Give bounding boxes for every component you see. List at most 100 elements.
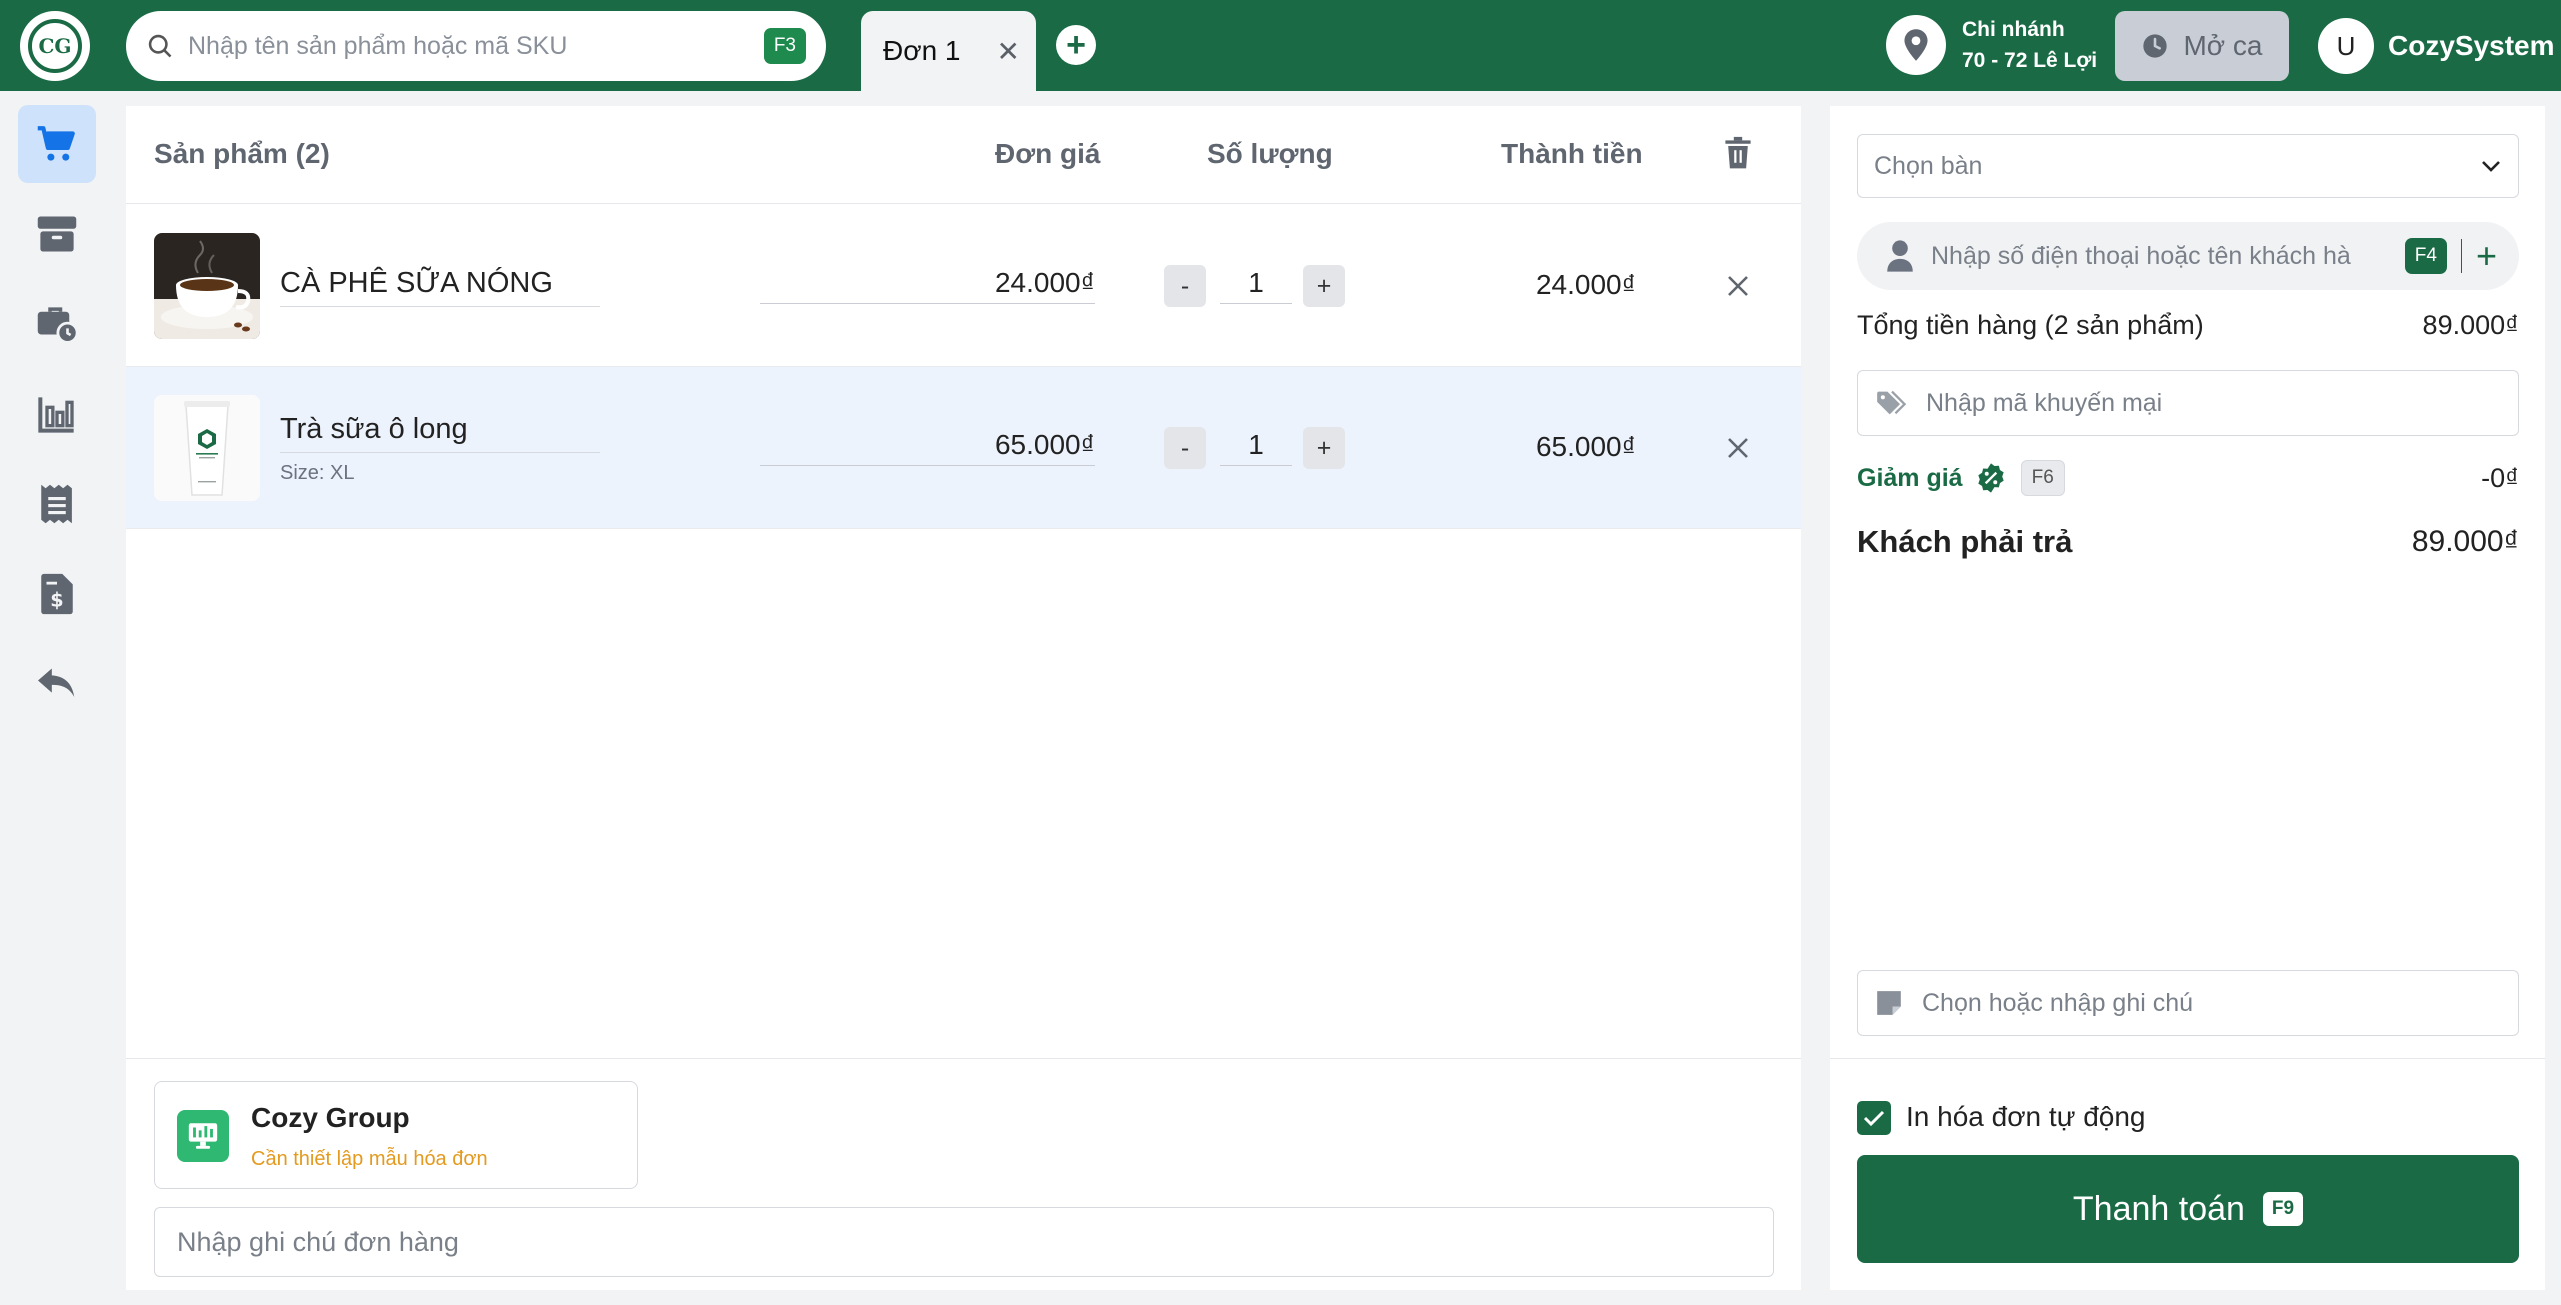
col-product: Sản phẩm (2): [154, 138, 330, 169]
check-icon: [1863, 1110, 1885, 1127]
table-row[interactable]: CÀ PHÊ SỮA NÓNG 24.000₫ - 1 + 24.000₫: [126, 205, 1801, 367]
invoice-template-icon: [177, 1110, 229, 1162]
user-menu[interactable]: U CozySystem: [2318, 18, 2555, 74]
add-customer-icon[interactable]: +: [2476, 238, 2497, 274]
unit-price-input[interactable]: 65.000₫: [760, 429, 1095, 466]
checkout-note-placeholder: Chọn hoặc nhập ghi chú: [1922, 988, 2194, 1017]
discount-row: Giảm giá F6 -0₫: [1857, 460, 2519, 496]
store-name: Cozy Group: [251, 1102, 410, 1133]
subtotal-value: 89.000₫: [2422, 310, 2519, 340]
branch-title: Chi nhánh: [1962, 18, 2065, 41]
product-name[interactable]: CÀ PHÊ SỮA NÓNG: [280, 267, 600, 307]
checkout-shortcut-badge: F9: [2262, 1192, 2304, 1226]
nav-item-products[interactable]: [18, 195, 96, 273]
nav-item-returns[interactable]: [18, 645, 96, 723]
divider: [2460, 239, 2462, 273]
search-input[interactable]: Nhập tên sản phẩm hoặc mã SKU: [188, 32, 764, 61]
product-image-coffee: [154, 233, 260, 339]
cart-icon: [37, 126, 75, 161]
tab-order-1[interactable]: Đơn 1 ✕: [861, 11, 1036, 91]
search-shortcut-badge: F3: [763, 28, 806, 64]
line-total: 65.000₫: [1535, 431, 1636, 462]
store-template-warning[interactable]: Cần thiết lập mẫu hóa đơn: [251, 1148, 488, 1171]
amount-due-value: 89.000₫: [2411, 525, 2519, 558]
unit-price-input[interactable]: 24.000₫: [760, 267, 1095, 304]
discount-badge-icon[interactable]: [1975, 462, 2007, 494]
increase-qty-button[interactable]: +: [1303, 427, 1345, 469]
table-header: Sản phẩm (2) Đơn giá Số lượng Thành tiền: [126, 106, 1801, 204]
tab-label: Đơn 1: [883, 35, 961, 66]
nav-item-cart[interactable]: [18, 105, 96, 183]
discount-label: Giảm giá: [1857, 463, 1963, 492]
sticky-note-icon: [1877, 991, 1901, 1015]
line-total: 24.000₫: [1535, 269, 1636, 300]
checkout-label: Thanh toán: [2072, 1189, 2245, 1228]
invoice-dollar-icon: $: [41, 573, 73, 615]
amount-due-row: Khách phải trả 89.000₫: [1857, 524, 2519, 560]
briefcase-clock-icon: [37, 307, 78, 344]
trash-icon[interactable]: [1724, 136, 1752, 175]
checkout-note-input[interactable]: Chọn hoặc nhập ghi chú: [1857, 970, 2519, 1036]
user-icon: [1887, 240, 1913, 272]
chevron-down-icon: [2482, 161, 2500, 172]
col-unit-price: Đơn giá: [995, 138, 1101, 169]
table-row[interactable]: Trà sữa ô long Size: XL 65.000₫ - 1 + 65…: [126, 367, 1801, 529]
branch-selector[interactable]: Chi nhánh 70 - 72 Lê Lợi: [1886, 14, 2097, 76]
amount-due-label: Khách phải trả: [1857, 524, 2073, 559]
brand-logo[interactable]: CG: [20, 11, 90, 81]
remove-item-icon[interactable]: [1722, 432, 1754, 464]
box-icon: [37, 216, 77, 252]
customer-search-input[interactable]: Nhập số điện thoại hoặc tên khách hà: [1931, 242, 2405, 271]
order-note-input[interactable]: Nhập ghi chú đơn hàng: [154, 1207, 1774, 1277]
product-size: Size: XL: [280, 462, 355, 484]
customer-search[interactable]: Nhập số điện thoại hoặc tên khách hà F4 …: [1857, 222, 2519, 290]
bar-chart-icon: [38, 397, 74, 433]
increase-qty-button[interactable]: +: [1303, 265, 1345, 307]
discount-shortcut-badge: F6: [2020, 460, 2065, 496]
cart-panel: Sản phẩm (2) Đơn giá Số lượng Thành tiền: [126, 106, 1801, 1290]
open-shift-button[interactable]: Mở ca: [2115, 11, 2289, 81]
plus-icon: +: [1066, 26, 1086, 64]
user-name: CozySystem: [2388, 30, 2555, 61]
promo-code-input[interactable]: Nhập mã khuyến mại: [1857, 370, 2519, 436]
product-search[interactable]: Nhập tên sản phẩm hoặc mã SKU F3: [126, 11, 826, 81]
location-pin-icon: [1886, 15, 1946, 75]
open-shift-label: Mở ca: [2183, 30, 2263, 61]
add-tab-button[interactable]: +: [1056, 25, 1096, 65]
decrease-qty-button[interactable]: -: [1164, 265, 1206, 307]
undo-icon: [38, 668, 75, 697]
avatar: U: [2318, 18, 2374, 74]
top-bar: CG Nhập tên sản phẩm hoặc mã SKU F3 Đơn …: [0, 0, 2561, 91]
quantity-input[interactable]: 1: [1220, 267, 1292, 304]
table-select-value: Chọn bàn: [1874, 151, 1983, 180]
logo-text: CG: [28, 19, 82, 73]
order-note-placeholder: Nhập ghi chú đơn hàng: [177, 1226, 459, 1257]
clock-icon: [2143, 34, 2168, 58]
store-invoice-card[interactable]: Cozy Group Cần thiết lập mẫu hóa đơn: [154, 1081, 638, 1189]
subtotal-row: Tổng tiền hàng (2 sản phẩm) 89.000₫: [1857, 310, 2519, 341]
nav-item-shifts[interactable]: [18, 285, 96, 363]
checkout-button[interactable]: Thanh toán F9: [1857, 1155, 2519, 1263]
decrease-qty-button[interactable]: -: [1164, 427, 1206, 469]
table-select[interactable]: Chọn bàn: [1857, 134, 2519, 198]
checkout-panel: Chọn bàn Nhập số điện thoại hoặc tên khá…: [1830, 106, 2545, 1290]
subtotal-label: Tổng tiền hàng (2 sản phẩm): [1857, 310, 2204, 340]
nav-item-reports[interactable]: [18, 375, 96, 453]
auto-print-checkbox[interactable]: [1857, 1101, 1891, 1135]
auto-print-label[interactable]: In hóa đơn tự động: [1906, 1101, 2146, 1133]
branch-address: 70 - 72 Lê Lợi: [1962, 49, 2098, 72]
quantity-input[interactable]: 1: [1220, 429, 1292, 466]
sidebar-nav: $: [0, 91, 110, 1305]
remove-item-icon[interactable]: [1722, 270, 1754, 302]
search-icon: [148, 34, 172, 58]
nav-item-orders[interactable]: [18, 465, 96, 543]
product-name[interactable]: Trà sữa ô long: [280, 413, 600, 453]
nav-item-invoices[interactable]: $: [18, 555, 96, 633]
svg-text:$: $: [50, 588, 63, 611]
tag-icon: [1877, 390, 1907, 415]
col-total: Thành tiền: [1501, 138, 1643, 169]
promo-code-placeholder: Nhập mã khuyến mại: [1926, 388, 2163, 417]
receipt-icon: [41, 484, 72, 524]
product-image-milk-tea: [154, 395, 260, 501]
close-icon[interactable]: ✕: [997, 35, 1020, 68]
